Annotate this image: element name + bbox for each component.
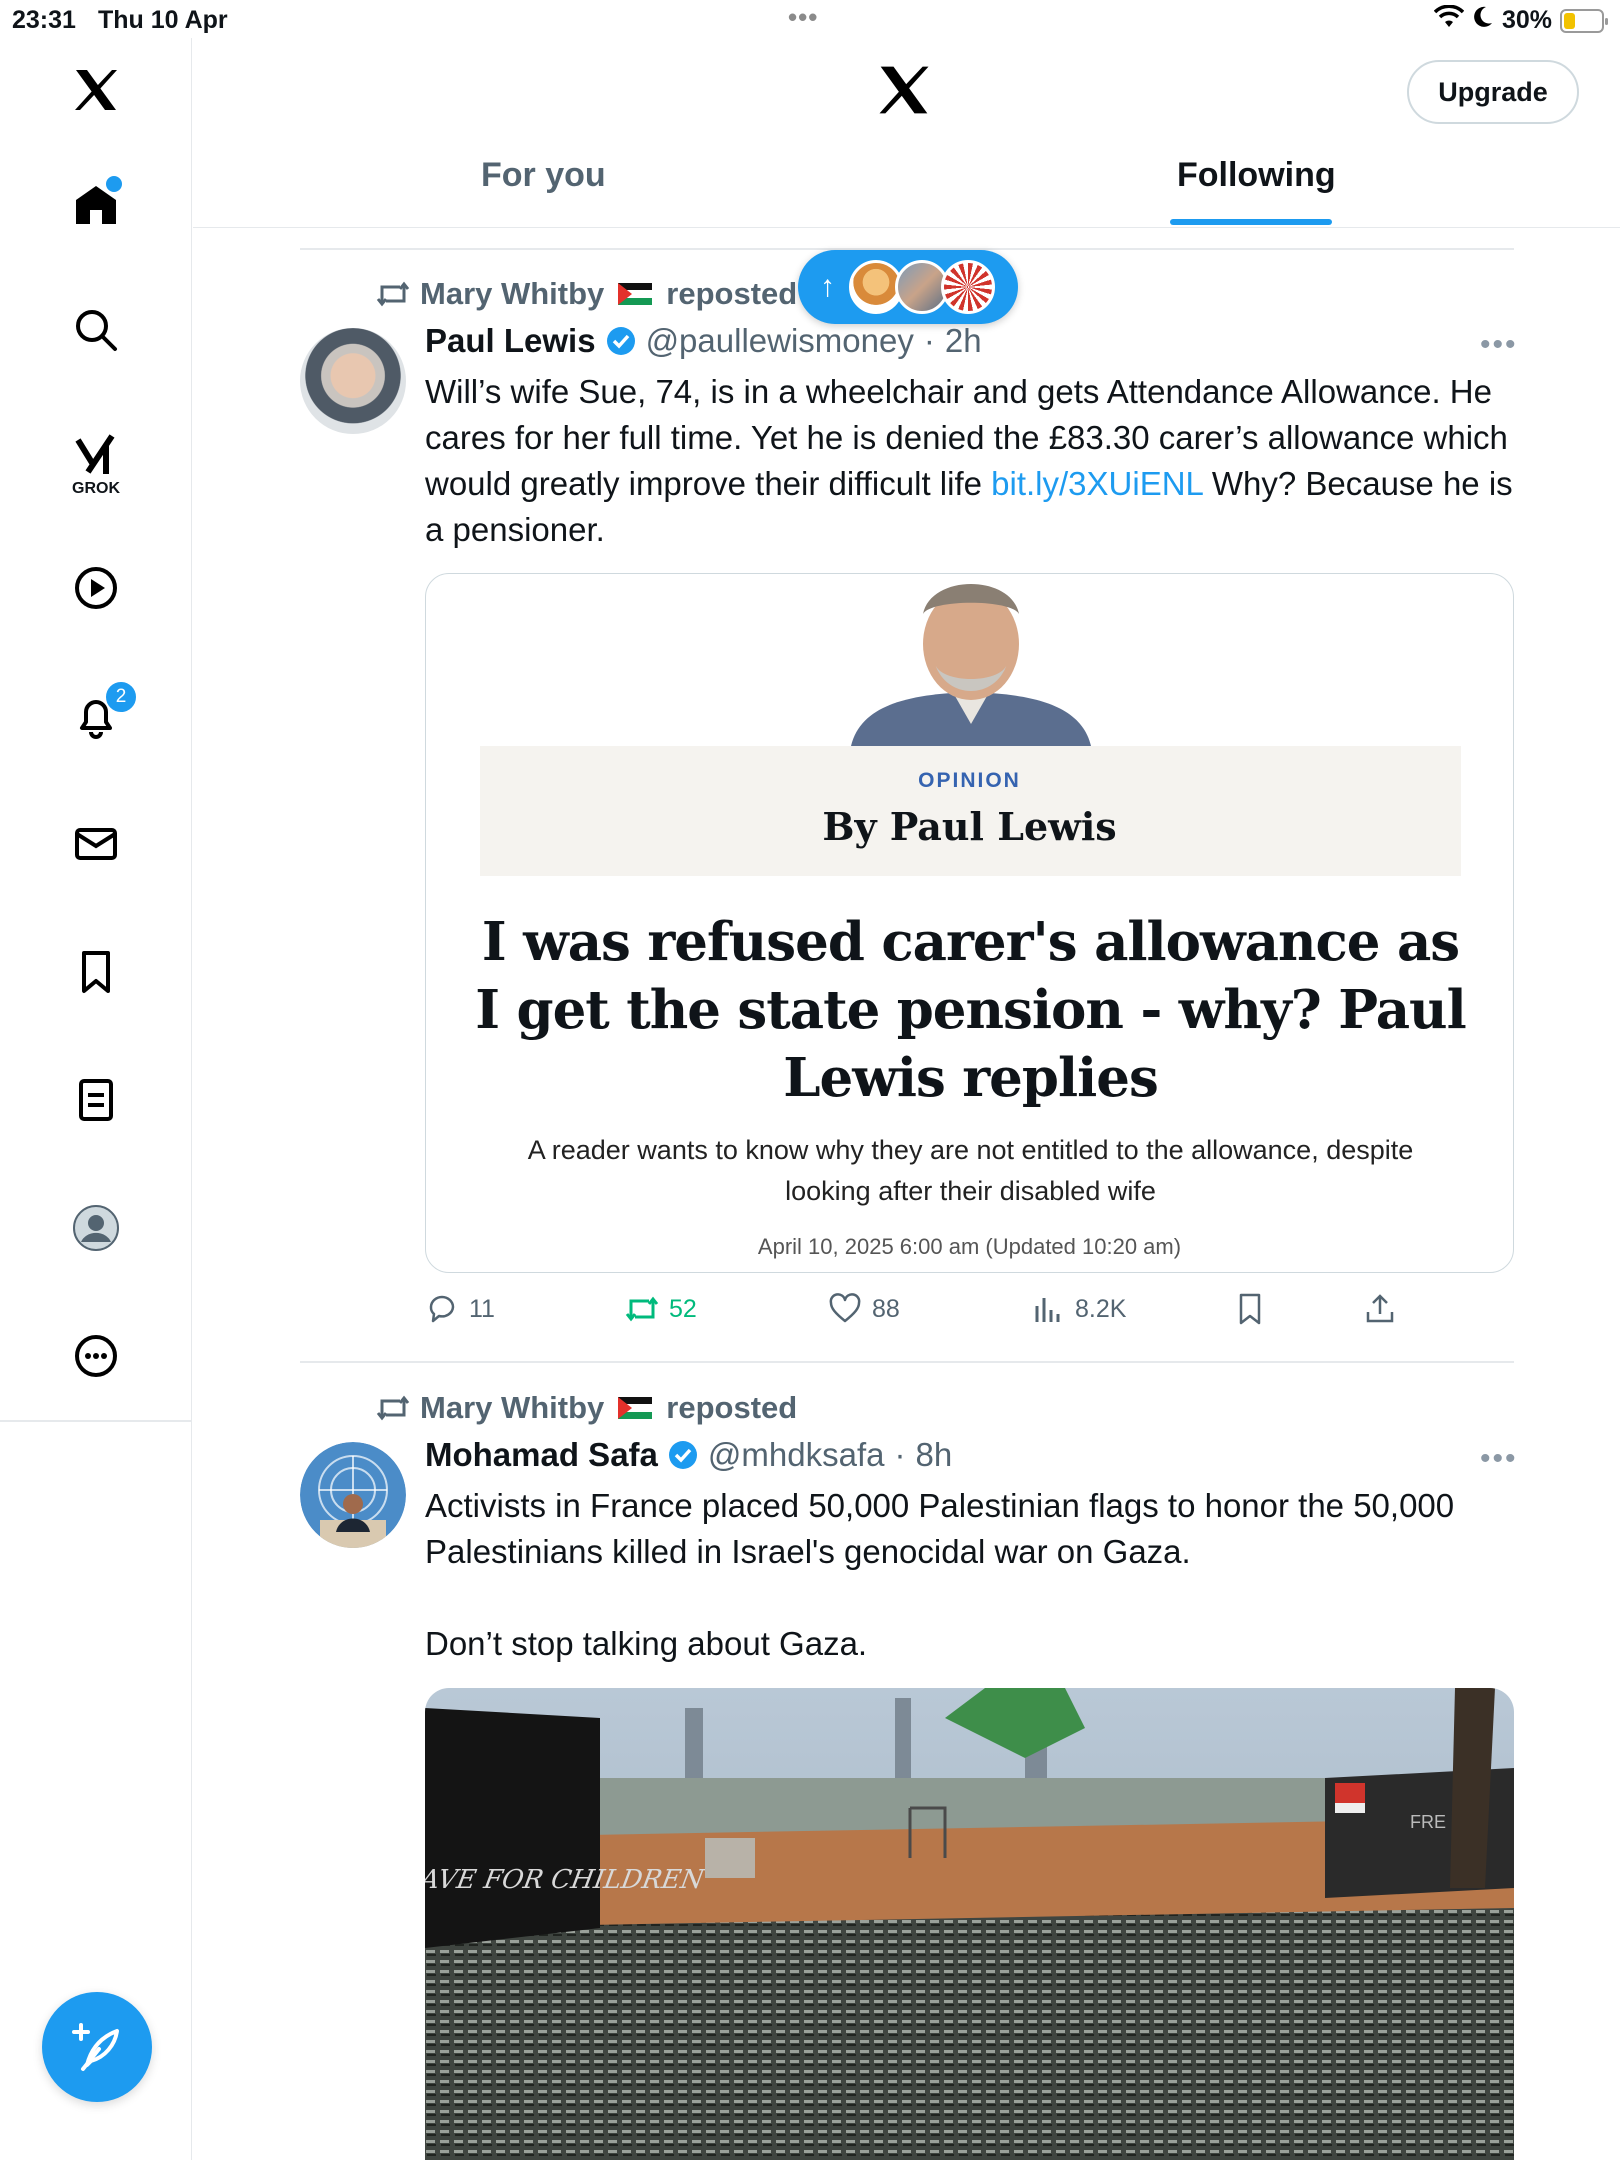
reposter-name[interactable]: Mary Whitby — [420, 276, 604, 312]
battery-percent: 30% — [1501, 6, 1552, 34]
upgrade-button[interactable]: Upgrade — [1407, 60, 1579, 124]
wifi-icon — [1433, 4, 1465, 36]
video-frame: RAVE FOR CHILDREN FRE — [425, 1688, 1514, 2160]
video-sign-text: RAVE FOR CHILDREN — [425, 1865, 707, 1895]
author-handle[interactable]: @mhdksafa — [708, 1436, 885, 1474]
tab-for-you[interactable]: For you — [481, 156, 606, 195]
view-count: 8.2K — [1075, 1294, 1127, 1323]
card-dateline: April 10, 2025 6:00 am (Updated 10:20 am… — [757, 1234, 1182, 1259]
reply-icon — [429, 1295, 455, 1323]
views-button[interactable]: 8.2K — [1031, 1292, 1126, 1326]
status-bar: 23:31 Thu 10 Apr ••• 30% — [0, 0, 1620, 38]
tweet-text-paragraph: Activists in France placed 50,000 Palest… — [425, 1487, 1455, 1570]
arrow-up-icon: ↑ — [820, 270, 835, 303]
card-byline: By Paul Lewis — [822, 804, 1117, 849]
x-logo-icon[interactable] — [60, 54, 132, 126]
palestine-flag-icon — [618, 283, 653, 305]
pill-avatar — [941, 260, 995, 314]
video-media[interactable]: RAVE FOR CHILDREN FRE — [425, 1688, 1514, 2160]
active-tab-indicator — [1170, 219, 1332, 225]
tab-following[interactable]: Following — [1177, 156, 1336, 195]
more-options-icon[interactable]: ••• — [1480, 328, 1518, 362]
bookmark-icon — [1239, 1293, 1261, 1325]
reply-button[interactable]: 11 — [425, 1292, 495, 1326]
moon-icon — [1472, 5, 1494, 36]
bookmark-button[interactable] — [1233, 1292, 1267, 1326]
post-time[interactable]: 8h — [915, 1436, 952, 1474]
separator-dot: · — [894, 1436, 906, 1473]
x-header-logo-icon[interactable] — [876, 62, 932, 118]
status-time: 23:31 — [12, 6, 76, 34]
video-sign-text-2: FRE — [1410, 1812, 1446, 1832]
repost-count: 52 — [669, 1294, 697, 1323]
card-headline: I was refused carer's allowance as I get… — [475, 911, 1466, 1109]
play-icon[interactable] — [60, 552, 132, 624]
bell-icon[interactable]: 2 — [60, 680, 138, 752]
views-chart-icon — [1035, 1298, 1060, 1322]
repost-icon — [376, 281, 410, 307]
verified-badge-icon[interactable] — [606, 326, 636, 356]
grok-icon[interactable]: GROK — [60, 420, 132, 497]
reply-count: 11 — [469, 1294, 495, 1323]
feather-plus-icon — [72, 2023, 119, 2071]
timeline-header: Upgrade For you Following — [193, 38, 1620, 228]
share-button[interactable] — [1363, 1292, 1397, 1326]
list-icon[interactable] — [60, 1064, 132, 1136]
status-date: Thu 10 Apr — [98, 6, 228, 34]
more-options-icon[interactable]: ••• — [1480, 1442, 1518, 1476]
repost-icon — [376, 1395, 410, 1421]
sidebar: GROK 2 — [0, 38, 192, 2160]
mail-icon[interactable] — [60, 808, 132, 880]
avatar[interactable] — [300, 328, 406, 434]
repost-icon — [625, 1296, 659, 1322]
repost-label: reposted — [666, 1390, 798, 1425]
like-button[interactable]: 88 — [828, 1292, 900, 1326]
repost-label: reposted — [666, 276, 798, 311]
battery-icon — [1560, 8, 1608, 33]
tweet-text: Will’s wife Sue, 74, is in a wheelchair … — [425, 373, 1513, 548]
author-handle[interactable]: @paullewismoney — [646, 322, 914, 360]
tweet-actions: 11 52 88 8.2K — [425, 1292, 1425, 1336]
home-dot-badge — [106, 176, 122, 192]
repost-context[interactable]: Mary Whitby reposted — [376, 1390, 797, 1426]
new-posts-pill[interactable]: ↑ — [798, 250, 1018, 324]
author-name[interactable]: Mohamad Safa — [425, 1436, 658, 1474]
reposter-name[interactable]: Mary Whitby — [420, 1390, 604, 1426]
post-time[interactable]: 2h — [945, 322, 982, 360]
multitasking-dots-icon[interactable]: ••• — [788, 2, 818, 33]
grok-label: GROK — [72, 480, 120, 497]
bookmark-icon[interactable] — [60, 936, 132, 1008]
compose-post-button[interactable] — [42, 1992, 152, 2102]
home-icon[interactable] — [60, 168, 132, 240]
tweet-link[interactable]: bit.ly/3XUiENL — [991, 465, 1203, 502]
tweet-text-paragraph: Don’t stop talking about Gaza. — [425, 1625, 868, 1662]
card-standfirst: A reader wants to know why they are not … — [527, 1135, 1414, 1206]
sidebar-divider — [0, 1420, 192, 1422]
share-icon — [1366, 1294, 1394, 1323]
repost-context[interactable]: Mary Whitby reposted — [376, 276, 797, 312]
card-author-photo — [851, 584, 1091, 746]
card-kicker: OPINION — [918, 769, 1021, 792]
search-icon[interactable] — [60, 294, 132, 366]
avatar[interactable] — [300, 1442, 406, 1548]
verified-badge-icon[interactable] — [668, 1440, 698, 1470]
like-count: 88 — [872, 1294, 900, 1323]
tweet-header: Mohamad Safa @mhdksafa · 8h — [425, 1436, 952, 1474]
heart-icon — [829, 1293, 861, 1323]
tweet-header: Paul Lewis @paullewismoney · 2h — [425, 322, 982, 360]
feed-divider — [300, 1361, 1514, 1363]
profile-icon[interactable] — [60, 1192, 132, 1264]
palestine-flag-icon — [618, 1397, 653, 1419]
separator-dot: · — [923, 322, 935, 359]
more-circle-icon[interactable] — [60, 1320, 132, 1392]
notifications-badge: 2 — [104, 680, 138, 714]
repost-button[interactable]: 52 — [625, 1292, 697, 1326]
tweet-text: Activists in France placed 50,000 Palest… — [425, 1483, 1515, 1667]
author-name[interactable]: Paul Lewis — [425, 322, 596, 360]
link-preview-card[interactable]: OPINION By Paul Lewis I was refused care… — [425, 573, 1514, 1273]
